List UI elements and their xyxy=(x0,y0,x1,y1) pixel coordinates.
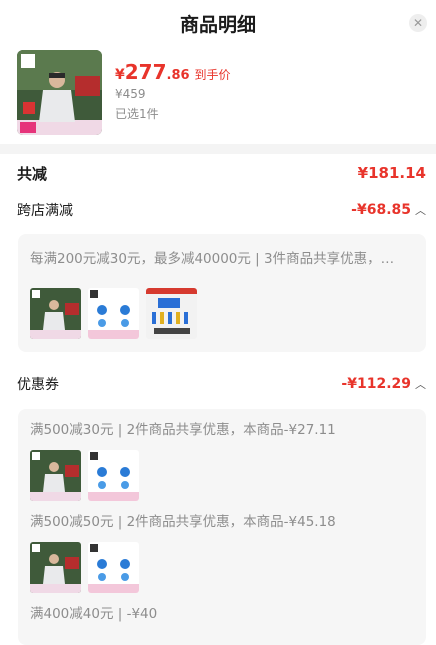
cross-store-amount: -¥68.85 xyxy=(351,202,411,218)
price-integer: 277 xyxy=(124,60,167,84)
chevron-up-icon[interactable]: ︿ xyxy=(415,376,426,392)
total-discount-row: 共减 ¥181.14 xyxy=(0,154,436,192)
coupon-row[interactable]: 优惠券 -¥112.29 ︿ xyxy=(0,366,436,402)
coupon-item-text: 满500减30元 | 2件商品共享优惠，本商品-¥27.11 xyxy=(30,422,336,438)
coupon-item-thumbs xyxy=(30,450,414,501)
product-info: ¥ 277 .86 到手价 ¥459 已选1件 xyxy=(115,50,231,136)
selected-count: 已选1件 xyxy=(115,107,159,121)
price-decimal: .86 xyxy=(166,68,190,83)
cross-store-description: 每满200元减30元，最多减40000元 | 3件商品共享优惠，… xyxy=(30,251,395,267)
product-image[interactable] xyxy=(17,50,102,135)
total-discount-label: 共减 xyxy=(17,164,48,183)
coupon-amount: -¥112.29 xyxy=(341,376,411,392)
product-thumb[interactable] xyxy=(30,542,81,593)
currency-symbol: ¥ xyxy=(115,67,125,83)
chevron-up-icon[interactable]: ︿ xyxy=(415,202,426,218)
coupon-item-thumbs xyxy=(30,542,414,593)
product-thumb[interactable] xyxy=(88,450,139,501)
final-price: ¥ 277 .86 到手价 xyxy=(115,60,231,84)
sheet-header: 商品明细 ✕ xyxy=(0,0,436,46)
product-thumb[interactable] xyxy=(88,542,139,593)
product-summary: ¥ 277 .86 到手价 ¥459 已选1件 xyxy=(0,46,436,136)
coupon-item-text: 满500减50元 | 2件商品共享优惠，本商品-¥45.18 xyxy=(30,514,336,530)
product-thumb[interactable] xyxy=(30,288,81,339)
product-thumb[interactable] xyxy=(88,288,139,339)
coupon-item-text: 满400减40元 | -¥40 xyxy=(30,606,158,622)
close-icon[interactable]: ✕ xyxy=(409,14,427,32)
cross-store-thumbs xyxy=(30,288,414,339)
cross-store-label: 跨店满减 xyxy=(17,203,73,219)
section-divider xyxy=(0,144,436,154)
cross-store-amount-wrap: -¥68.85 ︿ xyxy=(351,202,426,218)
coupon-card: 满500减30元 | 2件商品共享优惠，本商品-¥27.11 满500减50元 … xyxy=(18,409,426,645)
original-price: ¥459 xyxy=(115,87,146,101)
sheet-title: 商品明细 xyxy=(179,13,256,36)
price-tag: 到手价 xyxy=(194,68,231,82)
coupon-label: 优惠券 xyxy=(17,377,59,393)
coupon-amount-wrap: -¥112.29 ︿ xyxy=(341,376,426,392)
discount-detail-sheet: 商品明细 ✕ ¥ 277 .86 到手价 ¥459 已选1件 共减 ¥181.1… xyxy=(0,0,436,645)
total-discount-amount: ¥181.14 xyxy=(357,164,426,182)
cross-store-card: 每满200元减30元，最多减40000元 | 3件商品共享优惠，… xyxy=(18,234,426,352)
cross-store-row[interactable]: 跨店满减 -¥68.85 ︿ xyxy=(0,192,436,228)
product-thumb[interactable] xyxy=(30,450,81,501)
product-thumb[interactable] xyxy=(146,288,197,339)
